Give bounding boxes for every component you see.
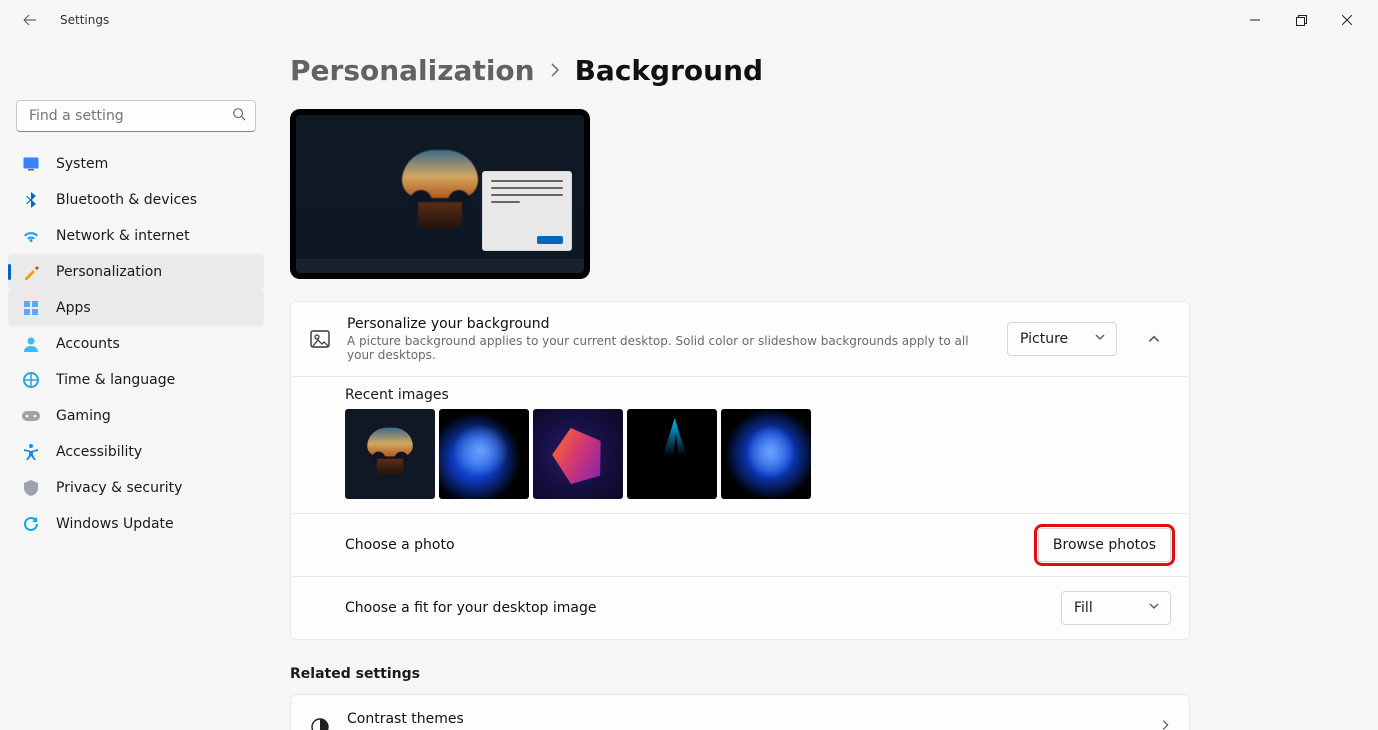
fit-select[interactable]: Fill: [1061, 591, 1171, 625]
recent-image-thumb[interactable]: [533, 409, 623, 499]
page-title: Background: [575, 54, 763, 87]
recent-image-thumb[interactable]: [439, 409, 529, 499]
sidebar-item-label: System: [56, 156, 108, 172]
related-panel: Contrast themes Color themes for low vis…: [290, 694, 1190, 730]
breadcrumb-parent[interactable]: Personalization: [290, 54, 535, 87]
sidebar-item-label: Gaming: [56, 408, 111, 424]
sidebar-item-label: Accounts: [56, 336, 120, 352]
sidebar-item-privacy[interactable]: Privacy & security: [8, 470, 264, 506]
sidebar-item-bluetooth[interactable]: Bluetooth & devices: [8, 182, 264, 218]
paint-icon: [22, 263, 40, 281]
back-button[interactable]: [8, 4, 52, 36]
picture-icon: [309, 328, 331, 350]
contrast-title: Contrast themes: [347, 711, 1135, 727]
recent-image-thumb[interactable]: [627, 409, 717, 499]
personalize-subtitle: A picture background applies to your cur…: [347, 334, 991, 362]
chevron-up-icon: [1147, 332, 1161, 346]
browse-photos-button[interactable]: Browse photos: [1038, 528, 1171, 562]
desktop-preview: [290, 109, 590, 279]
sidebar-item-label: Network & internet: [56, 228, 190, 244]
close-icon: [1342, 15, 1352, 25]
close-button[interactable]: [1324, 4, 1370, 36]
window-title: Settings: [60, 13, 109, 27]
sidebar-item-gaming[interactable]: Gaming: [8, 398, 264, 434]
personalize-background-row: Personalize your background A picture ba…: [291, 302, 1189, 377]
recent-images-label: Recent images: [345, 387, 1171, 403]
search-icon: [232, 107, 246, 125]
person-icon: [22, 335, 40, 353]
select-value: Picture: [1020, 331, 1068, 347]
select-value: Fill: [1074, 600, 1093, 616]
sidebar-item-label: Personalization: [56, 264, 162, 280]
sidebar-item-label: Bluetooth & devices: [56, 192, 197, 208]
contrast-themes-row[interactable]: Contrast themes Color themes for low vis…: [291, 695, 1189, 730]
choose-fit-row: Choose a fit for your desktop image Fill: [291, 577, 1189, 639]
choose-fit-label: Choose a fit for your desktop image: [345, 600, 1045, 616]
gamepad-icon: [22, 407, 40, 425]
window-controls: [1232, 4, 1370, 36]
sidebar-item-accessibility[interactable]: Accessibility: [8, 434, 264, 470]
arrow-left-icon: [22, 12, 38, 28]
background-type-select[interactable]: Picture: [1007, 322, 1117, 356]
apps-icon: [22, 299, 40, 317]
personalize-title: Personalize your background: [347, 316, 991, 332]
related-settings-heading: Related settings: [290, 666, 1338, 682]
collapse-toggle[interactable]: [1137, 322, 1171, 356]
sidebar: System Bluetooth & devices Network & int…: [0, 40, 272, 730]
sidebar-item-network[interactable]: Network & internet: [8, 218, 264, 254]
sidebar-item-apps[interactable]: Apps: [8, 290, 264, 326]
contrast-icon: [309, 716, 331, 730]
chevron-right-icon: [1159, 718, 1171, 730]
recent-images-section: Recent images: [291, 377, 1189, 514]
sidebar-item-windows-update[interactable]: Windows Update: [8, 506, 264, 542]
sidebar-item-personalization[interactable]: Personalization: [8, 254, 264, 290]
chevron-down-icon: [1148, 600, 1160, 616]
choose-photo-row: Choose a photo Browse photos: [291, 514, 1189, 577]
titlebar: Settings: [0, 0, 1378, 40]
content-area: Personalization Background: [272, 40, 1378, 730]
wallpaper-art: [396, 146, 484, 242]
search-input[interactable]: [16, 100, 256, 132]
sidebar-item-label: Accessibility: [56, 444, 142, 460]
recent-image-thumb[interactable]: [721, 409, 811, 499]
minimize-button[interactable]: [1232, 4, 1278, 36]
background-panel: Personalize your background A picture ba…: [290, 301, 1190, 640]
breadcrumb: Personalization Background: [290, 54, 1338, 87]
sidebar-item-label: Privacy & security: [56, 480, 182, 496]
accessibility-icon: [22, 443, 40, 461]
chevron-right-icon: [549, 59, 561, 83]
sidebar-item-label: Time & language: [56, 372, 175, 388]
minimize-icon: [1250, 15, 1260, 25]
choose-photo-label: Choose a photo: [345, 537, 1022, 553]
search-container: [16, 100, 256, 132]
sidebar-item-system[interactable]: System: [8, 146, 264, 182]
sidebar-item-label: Windows Update: [56, 516, 174, 532]
recent-image-thumb[interactable]: [345, 409, 435, 499]
mock-window-icon: [482, 171, 572, 251]
globe-clock-icon: [22, 371, 40, 389]
display-icon: [22, 155, 40, 173]
shield-icon: [22, 479, 40, 497]
chevron-down-icon: [1094, 331, 1106, 347]
maximize-icon: [1296, 15, 1307, 26]
sidebar-item-time-language[interactable]: Time & language: [8, 362, 264, 398]
sidebar-item-label: Apps: [56, 300, 91, 316]
wifi-icon: [22, 227, 40, 245]
sidebar-item-accounts[interactable]: Accounts: [8, 326, 264, 362]
update-icon: [22, 515, 40, 533]
bluetooth-icon: [22, 191, 40, 209]
maximize-button[interactable]: [1278, 4, 1324, 36]
